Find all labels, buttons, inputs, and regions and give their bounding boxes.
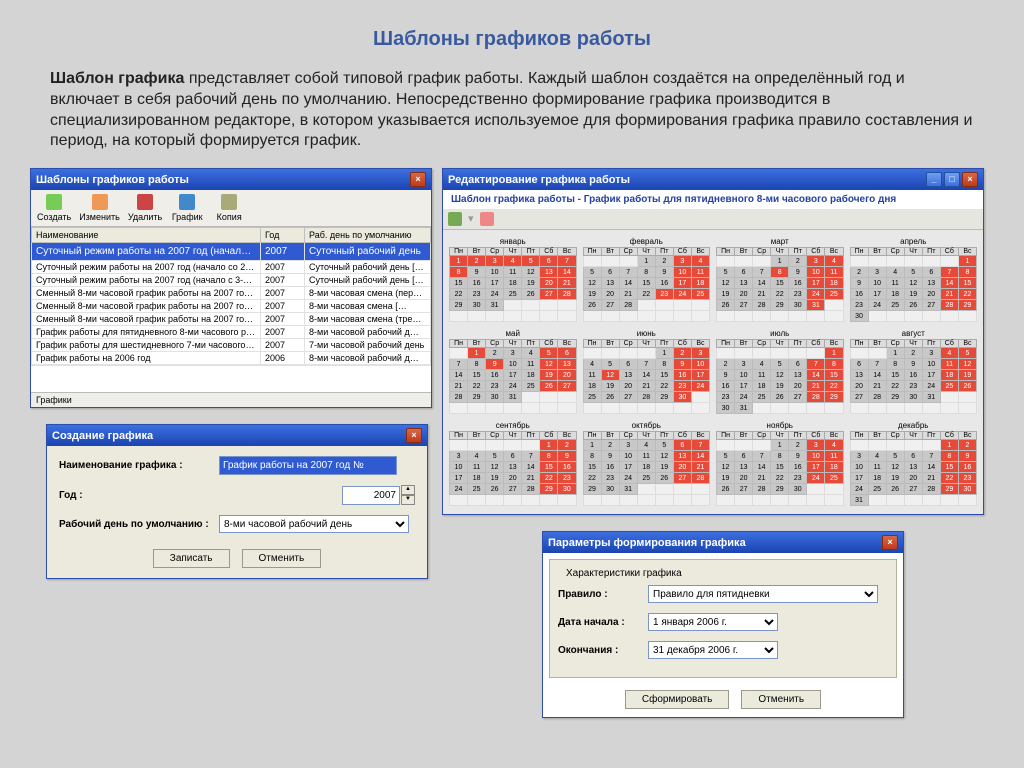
tool-icon[interactable] bbox=[480, 212, 494, 226]
maximize-icon[interactable]: □ bbox=[944, 172, 960, 187]
cancel-button[interactable]: Отменить bbox=[242, 549, 322, 568]
intro-text: Шаблон графика представляет собой типово… bbox=[0, 59, 1024, 168]
table-row[interactable]: Сменный 8-ми часовой график работы на 20… bbox=[32, 300, 431, 313]
window-title: Параметры формирования графика bbox=[548, 537, 746, 549]
save-icon[interactable] bbox=[448, 212, 462, 226]
group-title: Характеристики графика bbox=[562, 568, 686, 579]
month-4: апрельПнВтСрЧтПтСбВс12345678910111213141… bbox=[850, 236, 978, 322]
cancel-button[interactable]: Отменить bbox=[741, 690, 821, 709]
rule-label: Правило : bbox=[558, 589, 648, 600]
table-row[interactable]: Суточный режим работы на 2007 год (начал… bbox=[32, 261, 431, 274]
end-date-select[interactable]: 31 декабря 2006 г. bbox=[648, 641, 778, 659]
editor-subtitle: Шаблон графика работы - График работы дл… bbox=[443, 190, 983, 209]
separator: ▾ bbox=[468, 212, 474, 226]
table-row[interactable]: Сменный 8-ми часовой график работы на 20… bbox=[32, 287, 431, 300]
close-icon[interactable]: × bbox=[962, 172, 978, 187]
month-6: июньПнВтСрЧтПтСбВс1234567891011121314151… bbox=[583, 328, 711, 414]
default-day-select[interactable]: 8-ми часовой рабочий день bbox=[219, 515, 409, 533]
toolbar-изменить[interactable]: Изменить bbox=[79, 194, 120, 222]
month-10: октябрьПнВтСрЧтПтСбВс1234567891011121314… bbox=[583, 420, 711, 506]
month-11: ноябрьПнВтСрЧтПтСбВс12345678910111213141… bbox=[716, 420, 844, 506]
month-3: мартПнВтСрЧтПтСбВс1234567891011121314151… bbox=[716, 236, 844, 322]
window-title: Шаблоны графиков работы bbox=[36, 174, 189, 186]
year-input[interactable] bbox=[342, 486, 400, 505]
table-row[interactable]: Сменный 8-ми часовой график работы на 20… bbox=[32, 313, 431, 326]
table-row[interactable]: Суточный режим работы на 2007 год (начал… bbox=[32, 274, 431, 287]
create-window: Создание графика × Наименование графика … bbox=[46, 424, 428, 579]
default-day-label: Рабочий день по умолчанию : bbox=[59, 519, 219, 530]
month-2: февральПнВтСрЧтПтСбВс1234567891011121314… bbox=[583, 236, 711, 322]
start-label: Дата начала : bbox=[558, 617, 648, 628]
spin-down-icon[interactable]: ▼ bbox=[401, 495, 415, 505]
generate-button[interactable]: Сформировать bbox=[625, 690, 730, 709]
window-title: Редактирование графика работы bbox=[448, 174, 630, 186]
close-icon[interactable]: × bbox=[406, 428, 422, 443]
month-1: январьПнВтСрЧтПтСбВс12345678910111213141… bbox=[449, 236, 577, 322]
toolbar-график[interactable]: График bbox=[170, 194, 204, 222]
templates-window: Шаблоны графиков работы × Создать Изменит… bbox=[30, 168, 432, 408]
close-icon[interactable]: × bbox=[882, 535, 898, 550]
end-label: Окончания : bbox=[558, 645, 648, 656]
page-title: Шаблоны графиков работы bbox=[0, 0, 1024, 59]
table-row[interactable]: График работы на 2006 год20068-ми часово… bbox=[32, 352, 431, 365]
month-12: декабрьПнВтСрЧтПтСбВс1234567891011121314… bbox=[850, 420, 978, 506]
year-label: Год : bbox=[59, 490, 219, 501]
toolbar-копия[interactable]: Копия bbox=[212, 194, 246, 222]
month-5: майПнВтСрЧтПтСбВс12345678910111213141516… bbox=[449, 328, 577, 414]
toolbar-создать[interactable]: Создать bbox=[37, 194, 71, 222]
name-input[interactable] bbox=[219, 456, 397, 475]
save-button[interactable]: Записать bbox=[153, 549, 230, 568]
templates-table[interactable]: НаименованиеГодРаб. день по умолчанию Су… bbox=[31, 227, 431, 365]
table-row[interactable]: График работы для шестидневного 7-ми час… bbox=[32, 339, 431, 352]
minimize-icon[interactable]: _ bbox=[926, 172, 942, 187]
table-row[interactable]: График работы для пятидневного 8-ми часо… bbox=[32, 326, 431, 339]
rule-select[interactable]: Правило для пятидневки bbox=[648, 585, 878, 603]
spin-up-icon[interactable]: ▲ bbox=[401, 485, 415, 495]
col-header[interactable]: Год bbox=[261, 228, 305, 243]
params-window: Параметры формирования графика × Характе… bbox=[542, 531, 904, 718]
table-row[interactable]: Суточный режим работы на 2007 год (начал… bbox=[32, 243, 431, 261]
month-9: сентябрьПнВтСрЧтПтСбВс123456789101112131… bbox=[449, 420, 577, 506]
month-8: августПнВтСрЧтПтСбВс12345678910111213141… bbox=[850, 328, 978, 414]
start-date-select[interactable]: 1 января 2006 г. bbox=[648, 613, 778, 631]
editor-window: Редактирование графика работы _□× Шаблон… bbox=[442, 168, 984, 515]
col-header[interactable]: Наименование bbox=[32, 228, 261, 243]
month-7: июльПнВтСрЧтПтСбВс1234567891011121314151… bbox=[716, 328, 844, 414]
name-label: Наименование графика : bbox=[59, 460, 219, 471]
col-header[interactable]: Раб. день по умолчанию bbox=[305, 228, 431, 243]
toolbar-удалить[interactable]: Удалить bbox=[128, 194, 162, 222]
window-title: Создание графика bbox=[52, 430, 153, 442]
close-icon[interactable]: × bbox=[410, 172, 426, 187]
status-bar: Графики bbox=[31, 392, 431, 407]
